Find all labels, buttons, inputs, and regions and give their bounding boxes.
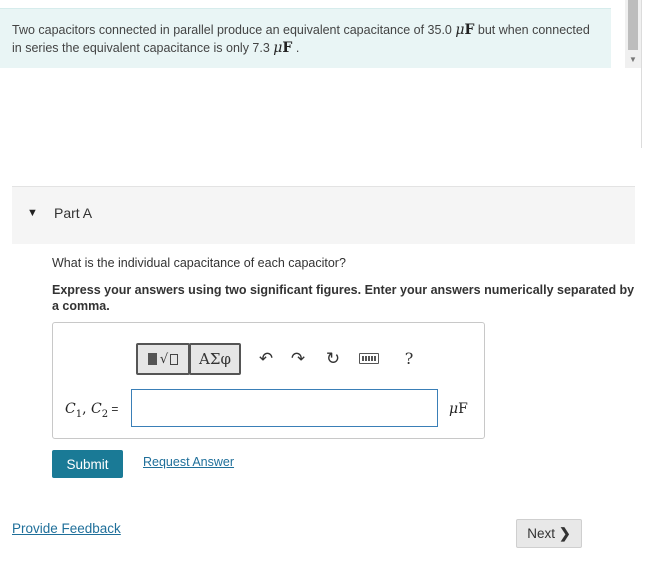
template-square-icon	[147, 353, 157, 365]
templates-button[interactable]: √	[136, 343, 190, 375]
mu-symbol: μ	[449, 401, 459, 417]
scroll-down-arrow-icon[interactable]: ▼	[629, 56, 637, 64]
problem-statement: Two capacitors connected in parallel pro…	[0, 8, 611, 68]
farad-symbol: F	[464, 22, 475, 38]
scrollbar[interactable]: ▼	[625, 0, 641, 68]
request-answer-link[interactable]: Request Answer	[143, 455, 234, 469]
reset-icon[interactable]: ↻	[323, 349, 343, 369]
farad-symbol: F	[282, 40, 293, 56]
divider	[641, 0, 642, 148]
submit-button[interactable]: Submit	[52, 450, 123, 478]
problem-text-before: Two capacitors connected in parallel pro…	[12, 23, 456, 37]
var-c1: C	[65, 401, 76, 417]
square-root-icon: √	[159, 351, 169, 367]
answer-panel: √ ΑΣφ ↶ ↷ ↻ ? C1, C2 = μF	[52, 322, 485, 439]
help-button[interactable]: ?	[399, 349, 419, 369]
undo-icon[interactable]: ↶	[256, 349, 276, 369]
question-text: What is the individual capacitance of ea…	[52, 256, 346, 270]
provide-feedback-link[interactable]: Provide Feedback	[12, 521, 121, 536]
next-label: Next	[527, 526, 556, 541]
scrollbar-thumb[interactable]	[628, 0, 638, 50]
keyboard-icon[interactable]	[359, 353, 379, 364]
comma-separator: ,	[82, 401, 91, 417]
answer-unit: μF	[449, 401, 468, 417]
part-title: Part A	[54, 205, 93, 221]
unit-microfarad-2: μF	[273, 40, 292, 56]
problem-text-after: .	[292, 41, 300, 55]
greek-symbols-button[interactable]: ΑΣφ	[189, 343, 241, 375]
redo-icon[interactable]: ↷	[288, 349, 308, 369]
template-box-icon	[170, 353, 179, 365]
variable-label: C1, C2 =	[65, 401, 118, 420]
part-a-header[interactable]: ▼ Part A	[12, 186, 635, 244]
equals-sign: =	[108, 402, 119, 416]
answer-instructions: Express your answers using two significa…	[52, 283, 635, 313]
chevron-right-icon: ❯	[559, 525, 571, 541]
farad-symbol: F	[458, 401, 468, 417]
unit-microfarad-1: μF	[455, 22, 474, 38]
collapse-caret-icon[interactable]: ▼	[27, 207, 38, 219]
answer-input[interactable]	[131, 389, 438, 427]
var-c2: C	[91, 401, 102, 417]
next-button[interactable]: Next ❯	[516, 519, 582, 548]
